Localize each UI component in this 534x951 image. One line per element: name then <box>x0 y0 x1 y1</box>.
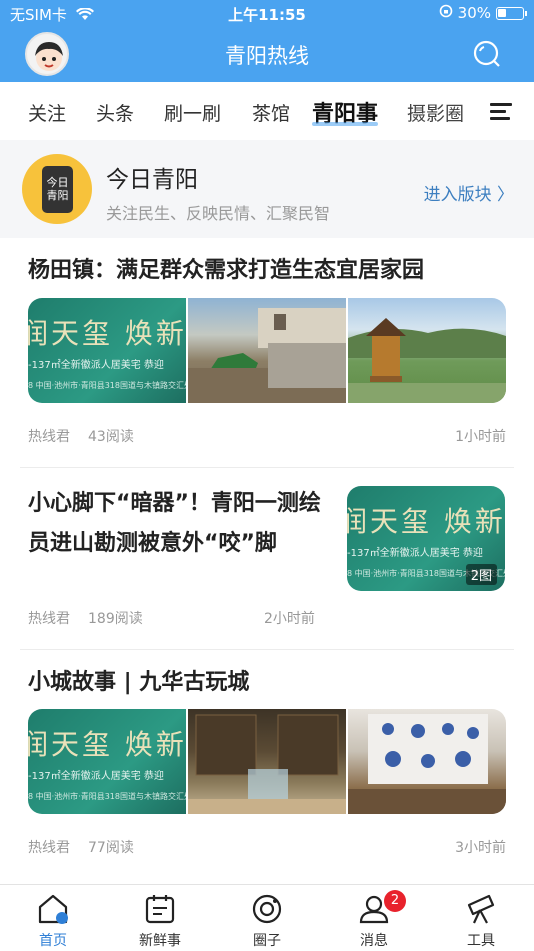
nav-messages[interactable]: 2 消息 <box>329 885 419 951</box>
tab-qingyang-news[interactable]: 青阳事 <box>312 96 379 128</box>
article-author: 热线君 <box>28 429 70 445</box>
enter-section-link[interactable]: 进入版块 〉 <box>424 180 514 205</box>
article-title: 小心脚下“暗器”！青阳一测绘员进山勘测被意外“咬”脚 <box>28 491 321 556</box>
app-header: 青阳热线 <box>0 28 534 82</box>
telescope-icon <box>465 893 497 925</box>
article-title: 小城故事 | 九华古玩城 <box>28 670 250 695</box>
article-card[interactable]: 小城故事 | 九华古玩城 <box>28 666 508 700</box>
article-time: 1小时前 <box>455 429 506 445</box>
article-thumbnail[interactable]: 润天玺 焕新 -137㎡全新徽派人居美宅 恭迎 8 中国·池州市·青阳县318国道与… <box>347 486 505 591</box>
tab-headline[interactable]: 头条 <box>96 99 134 126</box>
channel-tabs: 关注 头条 刷一刷 茶馆 青阳事 摄影圈 <box>0 82 534 140</box>
article-images[interactable]: 润天玺 焕新 -137㎡全新徽派人居美宅 恭迎 8 中国·池州市·青阳县318国道与… <box>28 709 506 814</box>
ad-image[interactable]: 润天玺 焕新 -137㎡全新徽派人居美宅 恭迎 8 中国·池州市·青阳县318国道与… <box>28 298 186 403</box>
tab-follow[interactable]: 关注 <box>28 99 66 126</box>
article-reads: 189阅读 <box>88 611 143 627</box>
banner-subtitle: 关注民生、反映民情、汇聚民智 <box>106 204 331 223</box>
article-title: 杨田镇：满足群众需求打造生态宜居家园 <box>28 258 425 283</box>
article-time: 2小时前 <box>264 611 315 627</box>
calendar-icon <box>144 893 176 925</box>
unread-badge: 2 <box>384 890 406 912</box>
article-reads: 43阅读 <box>88 429 134 445</box>
article-author: 热线君 <box>28 840 70 856</box>
article-author: 热线君 <box>28 611 70 627</box>
article-time: 3小时前 <box>455 840 506 856</box>
nav-fresh[interactable]: 新鲜事 <box>115 885 205 951</box>
menu-icon[interactable] <box>490 103 512 121</box>
banner-title: 今日青阳 <box>106 167 198 193</box>
divider <box>20 467 514 468</box>
nav-tools[interactable]: 工具 <box>436 885 526 951</box>
nav-home[interactable]: 首页 <box>8 885 98 951</box>
circle-icon <box>251 893 283 925</box>
nav-circle[interactable]: 圈子 <box>222 885 312 951</box>
tab-refresh[interactable]: 刷一刷 <box>164 99 221 126</box>
home-icon <box>37 893 69 925</box>
article-photo[interactable] <box>188 709 346 814</box>
article-reads: 77阅读 <box>88 840 134 856</box>
ad-image[interactable]: 润天玺 焕新 -137㎡全新徽派人居美宅 恭迎 8 中国·池州市·青阳县318国道与… <box>28 709 186 814</box>
article-photo[interactable] <box>188 298 346 403</box>
rotation-lock-icon <box>439 4 453 22</box>
bottom-nav: 首页 新鲜事 圈子 2 消息 工具 <box>0 884 534 950</box>
article-images[interactable]: 润天玺 焕新 -137㎡全新徽派人居美宅 恭迎 8 中国·池州市·青阳县318国道与… <box>28 298 506 403</box>
article-photo[interactable] <box>348 709 506 814</box>
ad-image[interactable]: 润天玺 焕新 -137㎡全新徽派人居美宅 恭迎 8 中国·池州市·青阳县318国道与… <box>347 486 505 591</box>
status-bar: 无SIM卡 上午11:55 30% <box>0 0 534 28</box>
today-qingyang-icon: 今日 青阳 <box>22 154 92 224</box>
search-icon[interactable] <box>472 39 502 69</box>
divider <box>20 649 514 650</box>
tab-photography[interactable]: 摄影圈 <box>407 99 464 126</box>
article-card[interactable]: 杨田镇：满足群众需求打造生态宜居家园 <box>28 254 508 288</box>
article-card[interactable]: 小心脚下“暗器”！青阳一测绘员进山勘测被意外“咬”脚 <box>28 484 328 564</box>
image-count-badge: 2图 <box>465 564 497 585</box>
section-banner[interactable]: 今日 青阳 今日青阳 关注民生、反映民情、汇聚民智 进入版块 〉 <box>0 140 534 238</box>
battery-icon <box>496 6 527 20</box>
page-title: 青阳热线 <box>225 44 309 68</box>
article-photo[interactable] <box>348 298 506 403</box>
tab-teahouse[interactable]: 茶馆 <box>252 99 290 126</box>
battery-percent: 30% <box>457 4 491 22</box>
